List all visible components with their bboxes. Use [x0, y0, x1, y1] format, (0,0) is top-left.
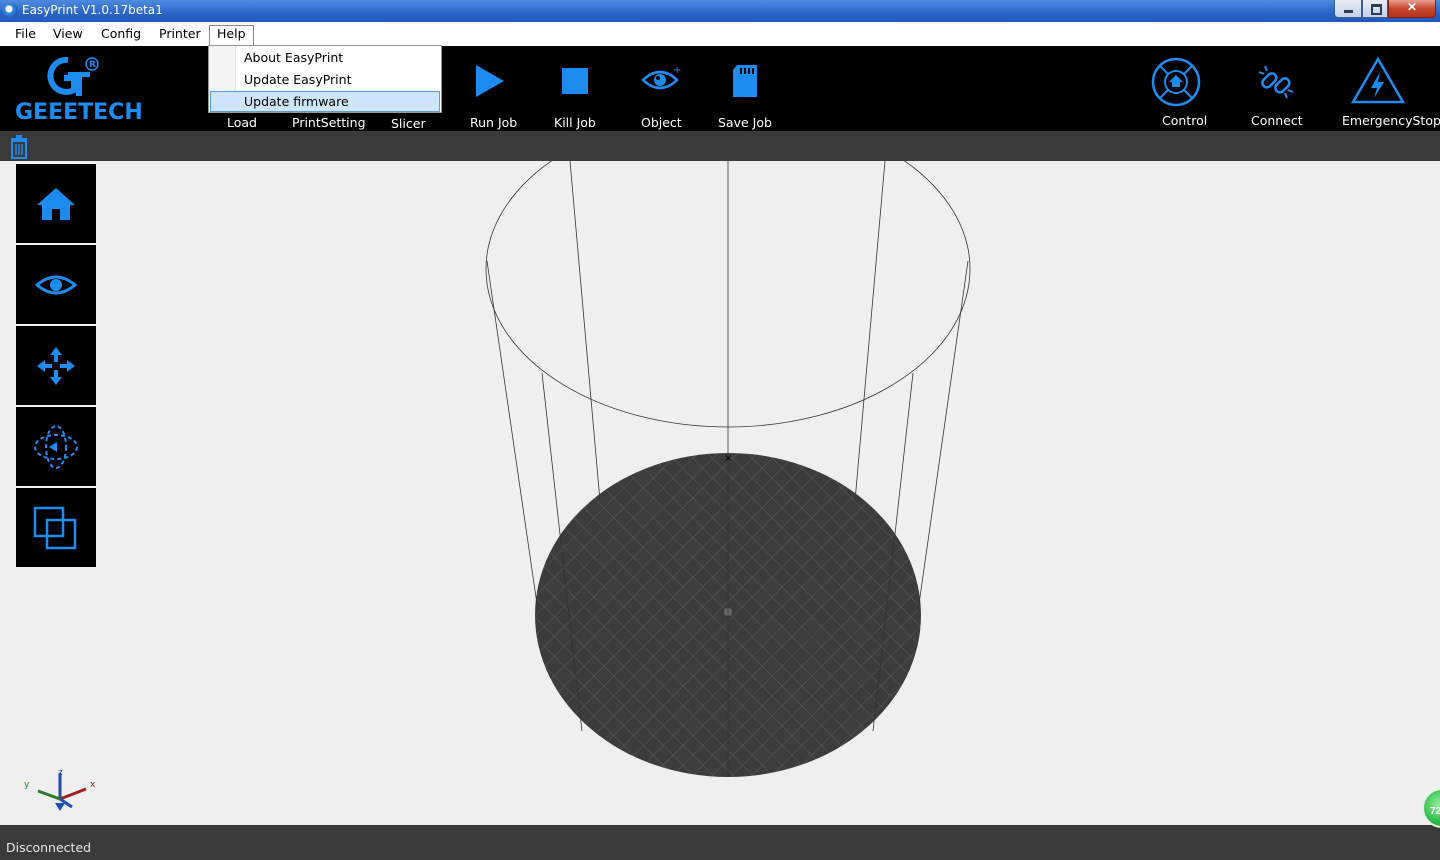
save-job-label: Save Job [718, 115, 772, 130]
move-icon [37, 347, 75, 385]
object-eye-icon: + [641, 65, 681, 90]
svg-text:z: z [58, 768, 63, 778]
view-button[interactable] [16, 245, 96, 324]
build-volume: × [485, 161, 971, 777]
load-button[interactable]: Load [227, 115, 257, 130]
axis-gizmo-icon: y z x [24, 768, 96, 811]
copy-icon [33, 506, 77, 550]
menu-item-label: Update EasyPrint [244, 72, 352, 87]
menu-item-label: Update firmware [244, 94, 349, 109]
menu-help[interactable]: Help [217, 26, 246, 41]
run-job-label: Run Job [470, 115, 518, 130]
svg-text:×: × [724, 453, 732, 464]
eye-icon [35, 275, 77, 295]
close-button[interactable] [1388, 0, 1436, 18]
link-icon [1258, 65, 1294, 99]
svg-text:+: + [673, 65, 681, 76]
menu-bar: File View Config Printer Help [0, 22, 1440, 46]
svg-text:x: x [90, 780, 96, 790]
stop-icon [562, 68, 588, 94]
connection-status: Disconnected [6, 840, 92, 855]
secondary-bar [0, 131, 1440, 161]
slicer-button[interactable]: Slicer [391, 116, 426, 131]
menu-about-easyprint[interactable]: About EasyPrint [210, 47, 440, 68]
object-label: Object [641, 115, 682, 130]
print-setting-button[interactable]: PrintSetting [292, 115, 366, 130]
logo-text: GEEETECH [15, 100, 143, 125]
trash-icon[interactable] [9, 135, 29, 159]
window-title: EasyPrint V1.0.17beta1 [22, 3, 163, 17]
help-dropdown-menu: About EasyPrint Update EasyPrint Update … [208, 45, 442, 113]
app-icon [3, 3, 18, 18]
sd-card-icon [733, 65, 757, 97]
rotate-icon [34, 425, 78, 469]
menu-printer[interactable]: Printer [159, 26, 201, 41]
control-icon [1151, 57, 1201, 107]
3d-viewport[interactable]: × y z x [0, 161, 1440, 825]
menu-item-label: About EasyPrint [244, 50, 344, 65]
svg-text:y: y [24, 780, 30, 790]
minimize-button[interactable] [1334, 0, 1362, 18]
kill-job-label: Kill Job [554, 115, 596, 130]
menu-file[interactable]: File [15, 26, 36, 41]
menu-update-firmware[interactable]: Update firmware [210, 91, 440, 112]
connect-label: Connect [1251, 113, 1303, 128]
menu-config[interactable]: Config [101, 26, 141, 41]
svg-text:R: R [89, 60, 96, 70]
home-view-button[interactable] [16, 164, 96, 243]
title-bar: EasyPrint V1.0.17beta1 [0, 0, 1440, 22]
warning-bolt-icon [1350, 56, 1406, 104]
menu-view[interactable]: View [53, 26, 83, 41]
rotate-button[interactable] [16, 407, 96, 486]
control-label: Control [1162, 113, 1208, 128]
menu-update-easyprint[interactable]: Update EasyPrint [210, 69, 440, 90]
play-icon [476, 65, 504, 97]
emergency-stop-label: EmergencyStop [1342, 113, 1440, 128]
home-icon [37, 188, 75, 220]
maximize-button[interactable] [1362, 0, 1388, 18]
copy-button[interactable] [16, 488, 96, 567]
move-button[interactable] [16, 326, 96, 405]
status-bar: Disconnected [0, 825, 1440, 860]
